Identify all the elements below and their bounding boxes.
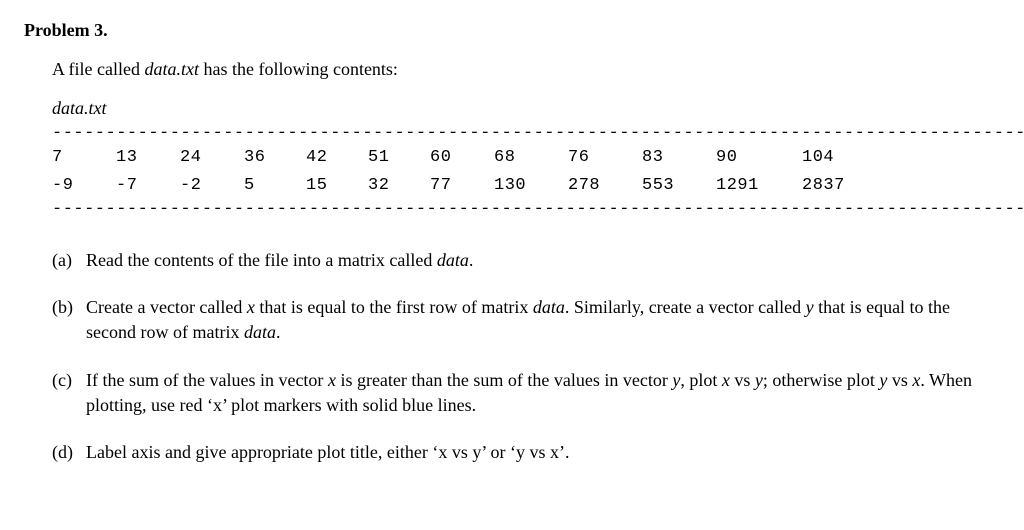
text-segment: , plot	[680, 370, 722, 390]
text-segment: Label axis and give appropriate plot tit…	[86, 442, 570, 462]
data-cell: 77	[430, 174, 494, 198]
italic-segment: data	[437, 250, 469, 270]
data-cell: 51	[368, 146, 430, 170]
text-segment: ; otherwise plot	[763, 370, 879, 390]
data-cell: 104	[802, 146, 882, 170]
part-text-b: Create a vector called x that is equal t…	[86, 295, 1000, 345]
data-cell: 32	[368, 174, 430, 198]
text-segment: that is equal to the first row of matrix	[255, 297, 533, 317]
data-cell: 42	[306, 146, 368, 170]
part-c: (c) If the sum of the values in vector x…	[52, 368, 1000, 418]
data-cell: 2837	[802, 174, 882, 198]
filename-label: data.txt	[52, 96, 1000, 121]
intro-suffix: has the following contents:	[199, 59, 398, 79]
data-cell: 76	[568, 146, 642, 170]
problem-title: Problem 3.	[24, 18, 1000, 43]
data-cell: -9	[52, 174, 116, 198]
data-cell: 68	[494, 146, 568, 170]
data-cell: 553	[642, 174, 716, 198]
italic-segment: x	[722, 370, 730, 390]
data-cell: 90	[716, 146, 802, 170]
part-label-d: (d)	[52, 440, 86, 465]
italic-segment: y	[755, 370, 763, 390]
part-label-b: (b)	[52, 295, 86, 345]
text-segment: vs	[887, 370, 912, 390]
data-cell: 60	[430, 146, 494, 170]
part-a: (a) Read the contents of the file into a…	[52, 248, 1000, 273]
text-segment: .	[469, 250, 474, 270]
data-row-1: 7 13 24 36 42 51 60 68 76 83 90 104	[52, 144, 1000, 172]
part-text-d: Label axis and give appropriate plot tit…	[86, 440, 1000, 465]
data-cell: 36	[244, 146, 306, 170]
italic-segment: x	[328, 370, 336, 390]
part-text-a: Read the contents of the file into a mat…	[86, 248, 1000, 273]
data-file-contents: ----------------------------------------…	[52, 124, 1000, 220]
text-segment: is greater than the sum of the values in…	[336, 370, 672, 390]
part-text-c: If the sum of the values in vector x is …	[86, 368, 1000, 418]
data-cell: -2	[180, 174, 244, 198]
data-cell: 278	[568, 174, 642, 198]
part-d: (d) Label axis and give appropriate plot…	[52, 440, 1000, 465]
data-cell: 7	[52, 146, 116, 170]
data-cell: 83	[642, 146, 716, 170]
part-b: (b) Create a vector called x that is equ…	[52, 295, 1000, 345]
data-cell: -7	[116, 174, 180, 198]
dashed-line-bottom: ----------------------------------------…	[52, 200, 1000, 220]
italic-segment: x	[247, 297, 255, 317]
italic-segment: y	[806, 297, 814, 317]
text-segment: .	[276, 322, 281, 342]
data-cell: 13	[116, 146, 180, 170]
data-cell: 15	[306, 174, 368, 198]
text-segment: Read the contents of the file into a mat…	[86, 250, 437, 270]
text-segment: vs	[730, 370, 755, 390]
part-label-c: (c)	[52, 368, 86, 418]
dashed-line-top: ----------------------------------------…	[52, 124, 1000, 144]
text-segment: . Similarly, create a vector called	[565, 297, 806, 317]
data-cell: 24	[180, 146, 244, 170]
italic-segment: data	[244, 322, 276, 342]
part-label-a: (a)	[52, 248, 86, 273]
data-cell: 1291	[716, 174, 802, 198]
intro-prefix: A file called	[52, 59, 144, 79]
data-cell: 130	[494, 174, 568, 198]
text-segment: Create a vector called	[86, 297, 247, 317]
intro-text: A file called data.txt has the following…	[52, 57, 1000, 82]
italic-segment: data	[533, 297, 565, 317]
data-cell: 5	[244, 174, 306, 198]
data-row-2: -9 -7 -2 5 15 32 77 130 278 553 1291 283…	[52, 172, 1000, 200]
intro-filename: data.txt	[144, 59, 199, 79]
text-segment: If the sum of the values in vector	[86, 370, 328, 390]
